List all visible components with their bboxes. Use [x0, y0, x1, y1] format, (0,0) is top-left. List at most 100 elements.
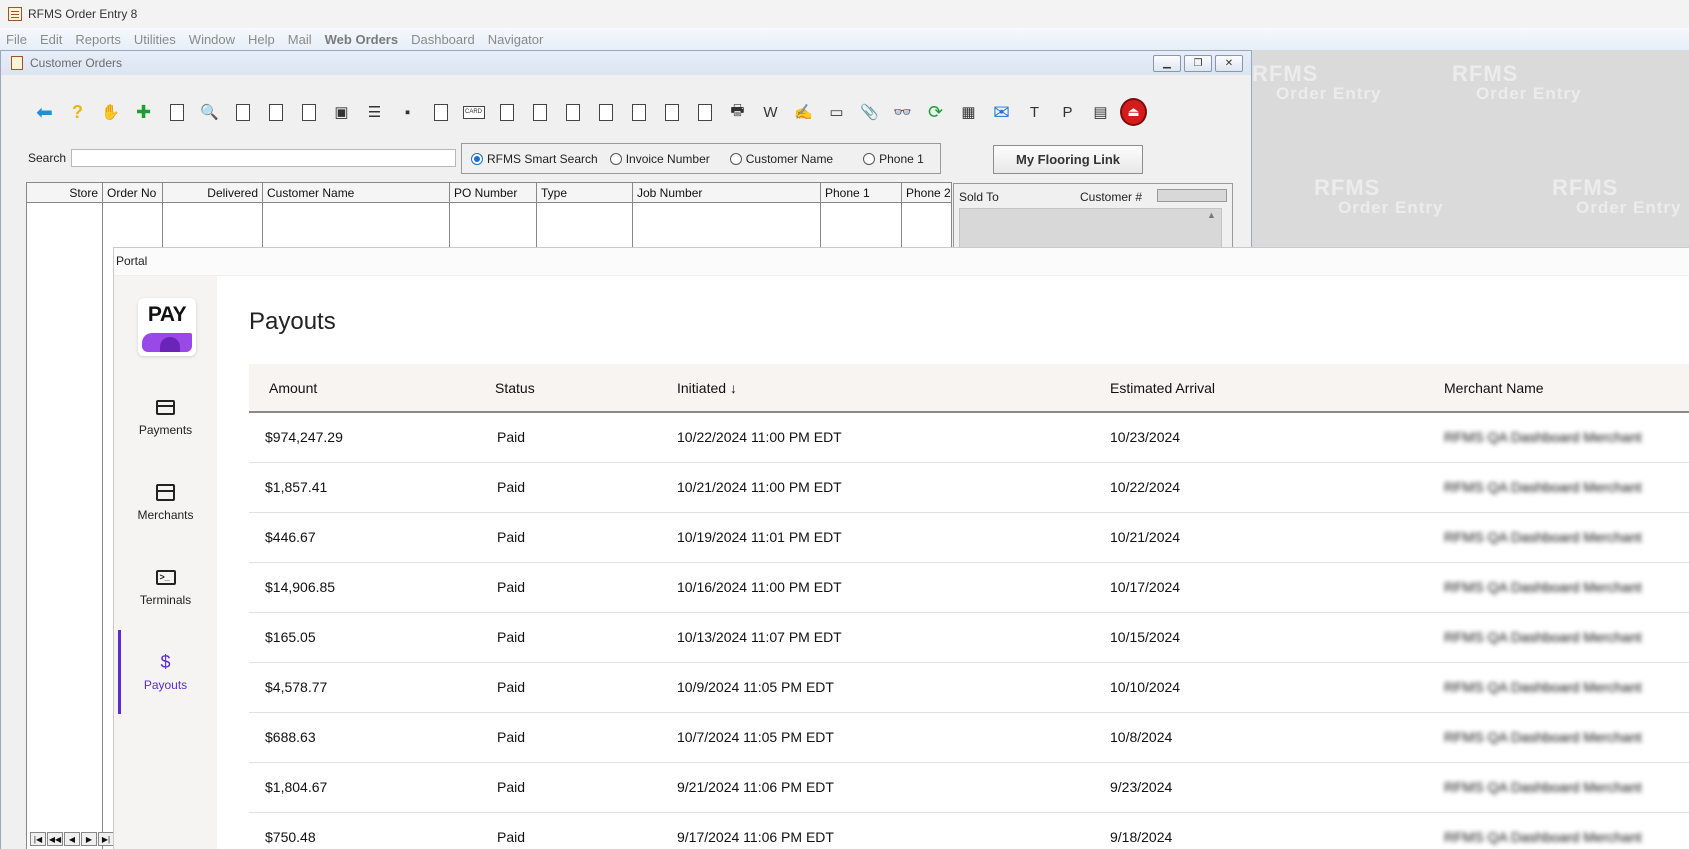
notebook-icon[interactable]: ▤	[1087, 99, 1114, 125]
menu-edit[interactable]: Edit	[40, 32, 62, 47]
first-record-icon[interactable]: |◀	[30, 832, 46, 846]
previous-record-icon[interactable]: ◀	[64, 832, 80, 846]
column-header-store[interactable]: Store	[27, 183, 103, 202]
menu-help[interactable]: Help	[248, 32, 275, 47]
radio-invoice-number[interactable]: Invoice Number	[609, 152, 710, 166]
table-row[interactable]: $14,906.85 Paid 10/16/2024 11:00 PM EDT 10/…	[249, 562, 1689, 613]
cell-amount: $14,906.85	[249, 562, 495, 613]
barcode-icon[interactable]: ▭	[823, 99, 850, 125]
duplicate-document-icon[interactable]	[295, 99, 322, 125]
minimize-button[interactable]: ▁	[1153, 55, 1181, 72]
credit-card-icon[interactable]: CARD	[460, 99, 487, 125]
column-header-phone-2[interactable]: Phone 2	[902, 183, 951, 202]
sidebar-item-payouts[interactable]: $ Payouts	[114, 630, 217, 714]
help-icon[interactable]: ?	[64, 99, 91, 125]
menu-file[interactable]: File	[6, 32, 27, 47]
edit-document-icon[interactable]	[229, 99, 256, 125]
my-flooring-link-button[interactable]: My Flooring Link	[993, 145, 1143, 174]
radio-button-selected[interactable]	[471, 152, 483, 165]
radio-smart-search[interactable]: RFMS Smart Search	[471, 152, 598, 166]
add-document-icon[interactable]	[262, 99, 289, 125]
menu-utilities[interactable]: Utilities	[134, 32, 176, 47]
table-row[interactable]: $750.48 Paid 9/17/2024 11:06 PM EDT 9/18/20…	[249, 812, 1689, 849]
mail-icon[interactable]: ✉	[988, 99, 1015, 125]
menu-navigator[interactable]: Navigator	[488, 32, 544, 47]
column-header-customer-name[interactable]: Customer Name	[263, 183, 450, 202]
close-button[interactable]: ✕	[1215, 55, 1243, 72]
column-header-order-no[interactable]: Order No	[103, 183, 163, 202]
hand-tool-icon[interactable]: ✋	[97, 99, 124, 125]
table-row[interactable]: $4,578.77 Paid 10/9/2024 11:05 PM EDT 10/10…	[249, 662, 1689, 713]
menu-mail[interactable]: Mail	[288, 32, 312, 47]
radio-phone-1[interactable]: Phone 1	[863, 152, 924, 166]
column-header-merchant-name[interactable]: Merchant Name	[1444, 364, 1689, 413]
search-icon[interactable]: 🔍	[196, 99, 223, 125]
radio-customer-name[interactable]: Customer Name	[729, 152, 833, 166]
sign-document-icon[interactable]	[559, 99, 586, 125]
menu-dashboard[interactable]: Dashboard	[411, 32, 475, 47]
column-header-initiated[interactable]: Initiated ↓	[677, 364, 1110, 413]
word-document-icon[interactable]: W	[757, 99, 784, 125]
sidebar-item-terminals[interactable]: >_ Terminals	[114, 545, 217, 629]
radio-button[interactable]	[729, 152, 742, 165]
page-icon[interactable]: P	[1054, 99, 1081, 125]
mdi-background: RFMS Order Entry RFMS Order Entry RFMS Orde…	[1252, 50, 1689, 248]
list-report-icon[interactable]: ☰	[361, 99, 388, 125]
menu-web-orders[interactable]: Web Orders	[325, 32, 398, 47]
column-header-job-number[interactable]: Job Number	[633, 183, 821, 202]
exit-icon[interactable]: ⏏	[1120, 98, 1147, 126]
table-row[interactable]: $1,857.41 Paid 10/21/2024 11:00 PM EDT 10/2…	[249, 462, 1689, 513]
back-arrow-icon[interactable]: ⬅	[31, 99, 58, 125]
column-header-type[interactable]: Type	[537, 183, 633, 202]
table-row[interactable]: $688.63 Paid 10/7/2024 11:05 PM EDT 10/8/20…	[249, 712, 1689, 763]
pen-document-icon[interactable]	[592, 99, 619, 125]
cell-status: Paid	[495, 812, 677, 849]
sidebar-item-merchants[interactable]: Merchants	[114, 460, 217, 544]
multi-window-icon[interactable]: ▣	[328, 99, 355, 125]
print-icon[interactable]: 🖶	[724, 99, 751, 125]
next-record-icon[interactable]: ▶	[81, 832, 97, 846]
tools-document-icon[interactable]	[658, 99, 685, 125]
radio-button[interactable]	[609, 152, 622, 165]
copy-order-icon[interactable]	[163, 99, 190, 125]
portal-window: Portal PAY Payments Merchants >_ Termina…	[113, 247, 1689, 849]
calendar-icon[interactable]: ▦	[955, 99, 982, 125]
search-input[interactable]	[71, 149, 456, 167]
stamp-icon[interactable]: ▪	[394, 99, 421, 125]
small-document-icon[interactable]	[493, 99, 520, 125]
table-row[interactable]: $446.67 Paid 10/19/2024 11:01 PM EDT 10/21/…	[249, 512, 1689, 563]
menu-reports[interactable]: Reports	[75, 32, 121, 47]
signature-icon[interactable]: ✍	[790, 99, 817, 125]
sort-descending-icon[interactable]: ↓	[730, 380, 737, 396]
column-header-estimated-arrival[interactable]: Estimated Arrival	[1110, 364, 1444, 413]
cell-merchant-name: RFMS QA Dashboard Merchant	[1444, 712, 1689, 763]
column-header-phone-1[interactable]: Phone 1	[821, 183, 902, 202]
table-row[interactable]: $1,804.67 Paid 9/21/2024 11:06 PM EDT 9/23/…	[249, 762, 1689, 813]
cell-merchant-name: RFMS QA Dashboard Merchant	[1444, 662, 1689, 713]
invoice-icon[interactable]	[427, 99, 454, 125]
new-order-icon[interactable]: ✚	[130, 99, 157, 125]
next-page-icon[interactable]: ▶|	[98, 832, 114, 846]
cell-merchant-name: RFMS QA Dashboard Merchant	[1444, 562, 1689, 613]
radio-button[interactable]	[863, 152, 876, 165]
text-template-icon[interactable]: T	[1021, 99, 1048, 125]
previous-page-icon[interactable]: ◀◀	[47, 832, 63, 846]
table-row[interactable]: $974,247.29 Paid 10/22/2024 11:00 PM EDT 10…	[249, 412, 1689, 463]
preview-document-icon[interactable]	[691, 99, 718, 125]
search-label: Search	[28, 151, 67, 165]
menu-window[interactable]: Window	[189, 32, 235, 47]
money-document-icon[interactable]	[526, 99, 553, 125]
cell-status: Paid	[495, 612, 677, 663]
column-header-status[interactable]: Status	[495, 364, 677, 413]
column-header-po-number[interactable]: PO Number	[450, 183, 537, 202]
column-header-amount[interactable]: Amount	[249, 364, 495, 413]
scroll-up-icon[interactable]: ▲	[1207, 210, 1216, 220]
binoculars-icon[interactable]: 👓	[889, 99, 916, 125]
chart-document-icon[interactable]	[625, 99, 652, 125]
paperclip-icon[interactable]: 📎	[856, 99, 883, 125]
table-row[interactable]: $165.05 Paid 10/13/2024 11:07 PM EDT 10/15/…	[249, 612, 1689, 663]
column-header-delivered[interactable]: Delivered	[163, 183, 263, 202]
sidebar-item-payments[interactable]: Payments	[114, 375, 217, 459]
restore-button[interactable]: ❐	[1184, 55, 1212, 72]
refresh-icon[interactable]: ⟳	[922, 99, 949, 125]
